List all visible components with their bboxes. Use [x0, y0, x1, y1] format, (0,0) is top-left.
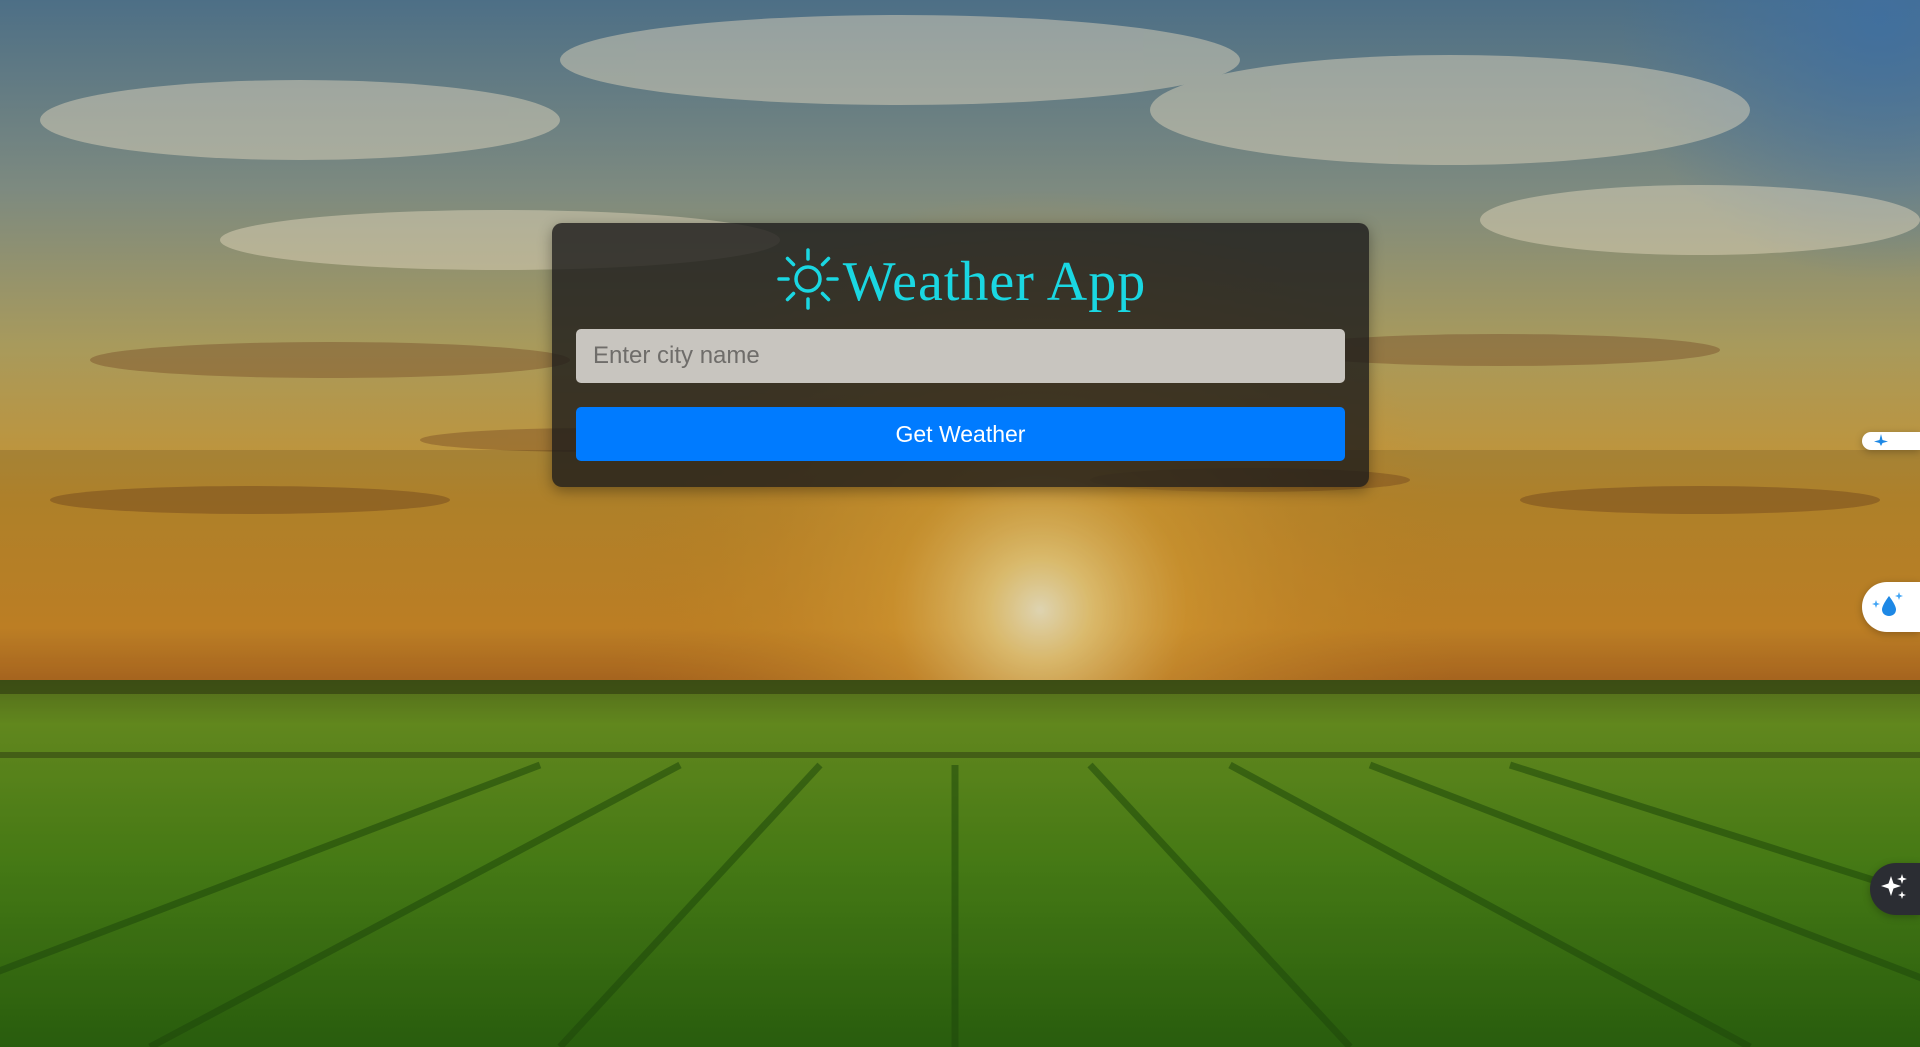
ai-sparkles-icon	[1878, 871, 1910, 908]
side-widget-ai[interactable]	[1870, 863, 1920, 915]
water-drop-sparkle-icon	[1870, 590, 1906, 625]
app-title: Weather App	[576, 245, 1345, 319]
background-image	[0, 0, 1920, 1047]
sparkle-icon	[1870, 432, 1892, 450]
app-title-text: Weather App	[842, 251, 1147, 313]
get-weather-button[interactable]: Get Weather	[576, 407, 1345, 461]
side-widget-water[interactable]	[1862, 582, 1920, 632]
city-search-input[interactable]	[576, 329, 1345, 383]
sun-icon	[775, 246, 841, 312]
side-widget-sparkle[interactable]	[1862, 432, 1920, 450]
weather-card: Weather App Get Weather	[552, 223, 1369, 487]
